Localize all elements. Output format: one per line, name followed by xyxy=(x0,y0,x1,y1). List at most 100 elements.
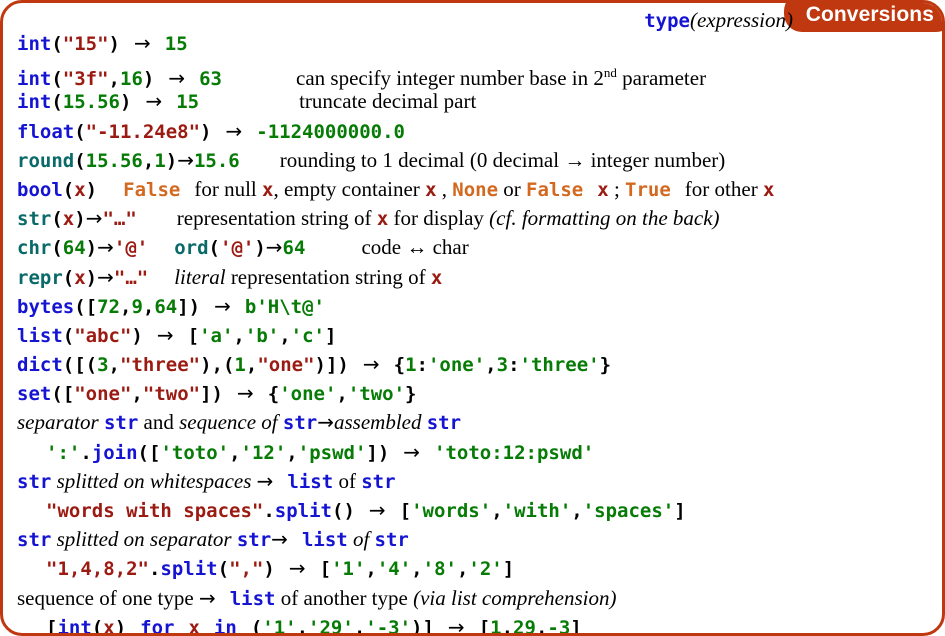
desc-text: sequence of one type xyxy=(17,585,199,610)
result-number: 29 xyxy=(513,616,536,636)
variable-x: x xyxy=(762,178,775,201)
comma: , xyxy=(119,295,132,318)
result-number: 1 xyxy=(490,616,502,636)
row-chr-ord: chr(64)→'@' ord('@')→64 code ↔ char xyxy=(17,233,936,262)
arg-key: 3 xyxy=(97,354,109,377)
row-str: str(x)→"…" representation string of x for… xyxy=(17,204,936,233)
comma: , xyxy=(233,324,245,347)
section-badge: Conversions xyxy=(783,3,942,32)
paren-open: ( xyxy=(51,208,63,231)
note-text-tail: parameter xyxy=(616,66,707,91)
result-number: 15.6 xyxy=(193,149,240,172)
arrow-icon: → xyxy=(177,147,194,172)
type-str: str xyxy=(426,412,462,435)
desc-italic: (via list comprehension) xyxy=(413,585,617,610)
arrow-icon: → xyxy=(198,585,216,610)
note-text: for other xyxy=(684,176,763,201)
note-text: , xyxy=(436,176,453,201)
arrow-icon: → xyxy=(85,206,103,231)
paren-close: ) xyxy=(74,208,86,231)
comma: , xyxy=(501,616,514,636)
desc-text: assembled xyxy=(333,410,427,435)
colon: : xyxy=(416,354,428,377)
result-item: 'b' xyxy=(244,324,280,347)
type-list: list xyxy=(287,470,334,493)
arrow-icon: → xyxy=(368,498,386,522)
method-split: split xyxy=(274,500,332,522)
arrow-icon: → xyxy=(97,235,114,260)
row-split-ws-example: "words with spaces".split() → ['words','wi… xyxy=(17,496,936,525)
paren-open: ( xyxy=(74,120,86,143)
comma: , xyxy=(142,295,155,318)
colon: : xyxy=(508,354,520,377)
arrow-icon: → xyxy=(225,118,243,143)
dot: . xyxy=(148,558,161,581)
desc-text: separator xyxy=(17,410,104,435)
result-item: 'c' xyxy=(290,324,325,347)
row-split-sep-example: "1,4,8,2".split(",") → ['1','4','8','2'] xyxy=(17,554,936,583)
dot: . xyxy=(80,441,92,464)
row-split-ws-description: str splitted on whitespaces → list of str xyxy=(17,467,936,496)
note-text-tail: integer number) xyxy=(585,147,726,172)
arrow-icon: → xyxy=(362,352,380,377)
bracket-close: ] xyxy=(570,616,582,636)
bracket-close: )] xyxy=(411,616,434,636)
arg-number: 15.56 xyxy=(62,91,120,114)
header-type-expression: type(expression) xyxy=(3,9,793,31)
result-item: '4' xyxy=(376,558,412,581)
builtin-float: float xyxy=(17,120,75,143)
comma: , xyxy=(571,500,583,522)
arg-string: "-11.24e8" xyxy=(85,120,201,143)
comma: , xyxy=(286,441,298,464)
separator-string: ':' xyxy=(46,441,81,464)
paren-open: ( xyxy=(91,616,104,636)
paren-close: ) xyxy=(263,558,275,581)
keyword-true: True xyxy=(625,178,671,201)
variable-x: x xyxy=(103,616,115,636)
bracket-close: )]) xyxy=(314,354,349,377)
method-split: split xyxy=(160,558,218,581)
bracket-close: ] xyxy=(502,558,515,581)
arg-item: '-3' xyxy=(365,616,412,636)
builtin-str: str xyxy=(17,208,52,231)
row-float: float("-11.24e8") → -1124000000.0 xyxy=(17,117,936,146)
result-item: 'a' xyxy=(199,324,234,347)
bracket-close: ] xyxy=(324,324,337,347)
arg-number: 72 xyxy=(97,295,120,318)
builtin-list: list xyxy=(17,324,63,347)
arg-item: '1' xyxy=(262,616,297,636)
result-value: 'three' xyxy=(519,354,600,377)
row-join-example: ':'.join(['toto','12','pswd']) →'toto:12:… xyxy=(17,438,936,467)
arg-key: 1 xyxy=(234,354,246,377)
arg-string: "words with spaces" xyxy=(46,500,264,522)
note-text: representation string of xyxy=(225,264,431,289)
note-text: for display xyxy=(388,206,490,231)
row-comprehension-example: [int(x) for x in ('1','29','-3')] → [1,29,-3] xyxy=(17,613,936,636)
arrow-icon: → xyxy=(214,293,231,318)
arrow-icon: → xyxy=(447,614,465,636)
keyword-none: None xyxy=(452,178,499,201)
result-item: '2' xyxy=(468,558,503,581)
paren-close: ) xyxy=(119,91,132,114)
bracket-open: [ xyxy=(319,558,332,581)
arg-number: 64 xyxy=(62,237,86,260)
comma: , xyxy=(296,616,309,636)
arrow-icon: → xyxy=(288,556,306,581)
variable-x: x xyxy=(425,178,437,201)
arg-char: '@' xyxy=(220,237,255,260)
variable-x: x xyxy=(376,208,389,231)
arg-string: "abc" xyxy=(74,324,132,347)
paren-group: ),( xyxy=(200,354,235,377)
paren-close: ) xyxy=(85,266,98,289)
arg-separator: "," xyxy=(229,558,264,581)
comma: , xyxy=(142,149,155,172)
desc-text: splitted on whitespaces xyxy=(51,468,257,493)
builtin-int: int xyxy=(17,33,52,55)
arrow-icon: → xyxy=(145,89,163,114)
result-number: -3 xyxy=(547,616,571,636)
desc-text: of xyxy=(333,468,362,493)
variable-x: x xyxy=(62,208,75,231)
paren-close: ) xyxy=(108,33,120,55)
comma: , xyxy=(336,383,348,406)
arrow-icon: → xyxy=(97,264,114,289)
